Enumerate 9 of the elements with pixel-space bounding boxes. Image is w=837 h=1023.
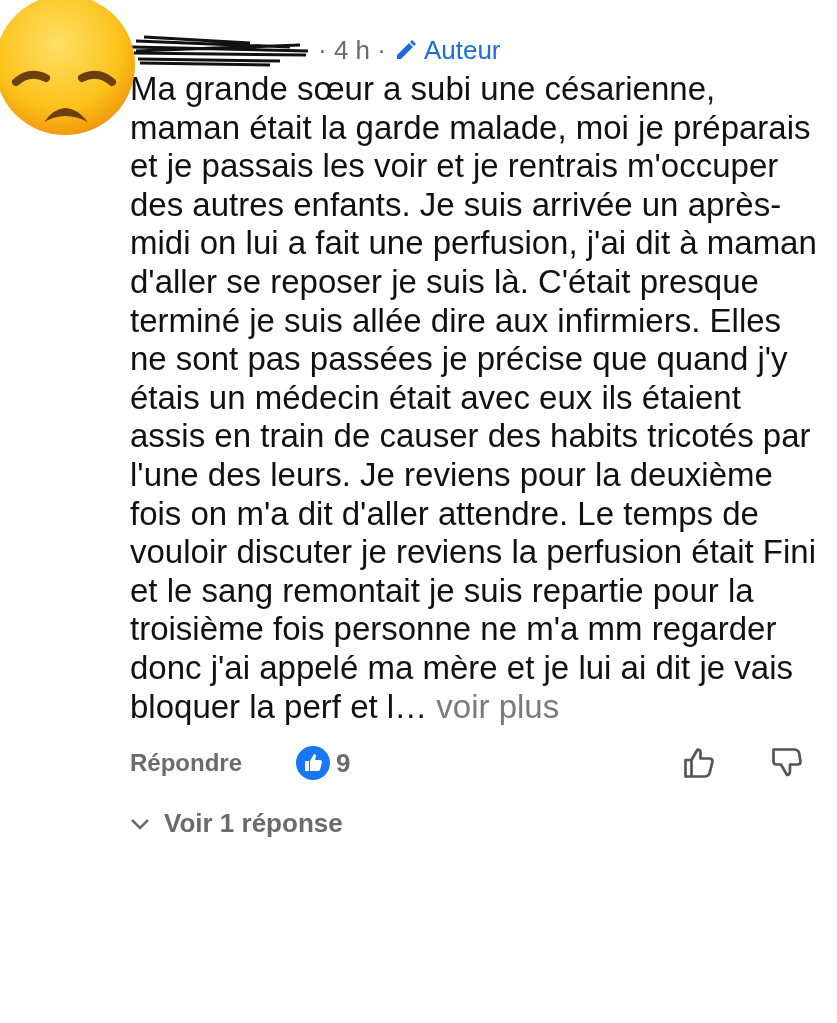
see-more-link[interactable]: voir plus [436, 687, 560, 725]
author-label: Auteur [423, 33, 501, 67]
chevron-down-icon [130, 816, 150, 831]
time-text: · 4 h · [318, 33, 386, 67]
like-reaction-icon [296, 746, 330, 781]
view-replies-button[interactable]: Voir 1 réponse [130, 804, 343, 844]
like-count: 9 [336, 746, 351, 780]
comment-text: Ma grande sœur a subi une césarienne, maman était la garde malade, moi je préparais et je passais les voir et je rentrais m'occuper des autres enfants. Je suis arrivée un après-midi on lui a fait une perfusion, j'ai dit à maman d'aller se reposer je suis là. C'était presque terminé je suis allée dire aux infirmiers. Elles ne sont pas passées je précise que quand j'y étais un médecin était avec eux ils étaient assis en train de causer des habits tricotés par l'une des leurs. Je reviens pour la deuxième fois on m'a dit d'aller attendre. Le temps de vouloir discuter je reviens la perfusion était Fini et le sang remontait je suis repartie pour la troisième fois personne ne m'a mm regarder donc j'ai appelé ma mère et je lui ai dit je vais bloquer la perf et l… voir plus [130, 70, 817, 727]
reply-button[interactable]: Répondre [130, 745, 242, 782]
